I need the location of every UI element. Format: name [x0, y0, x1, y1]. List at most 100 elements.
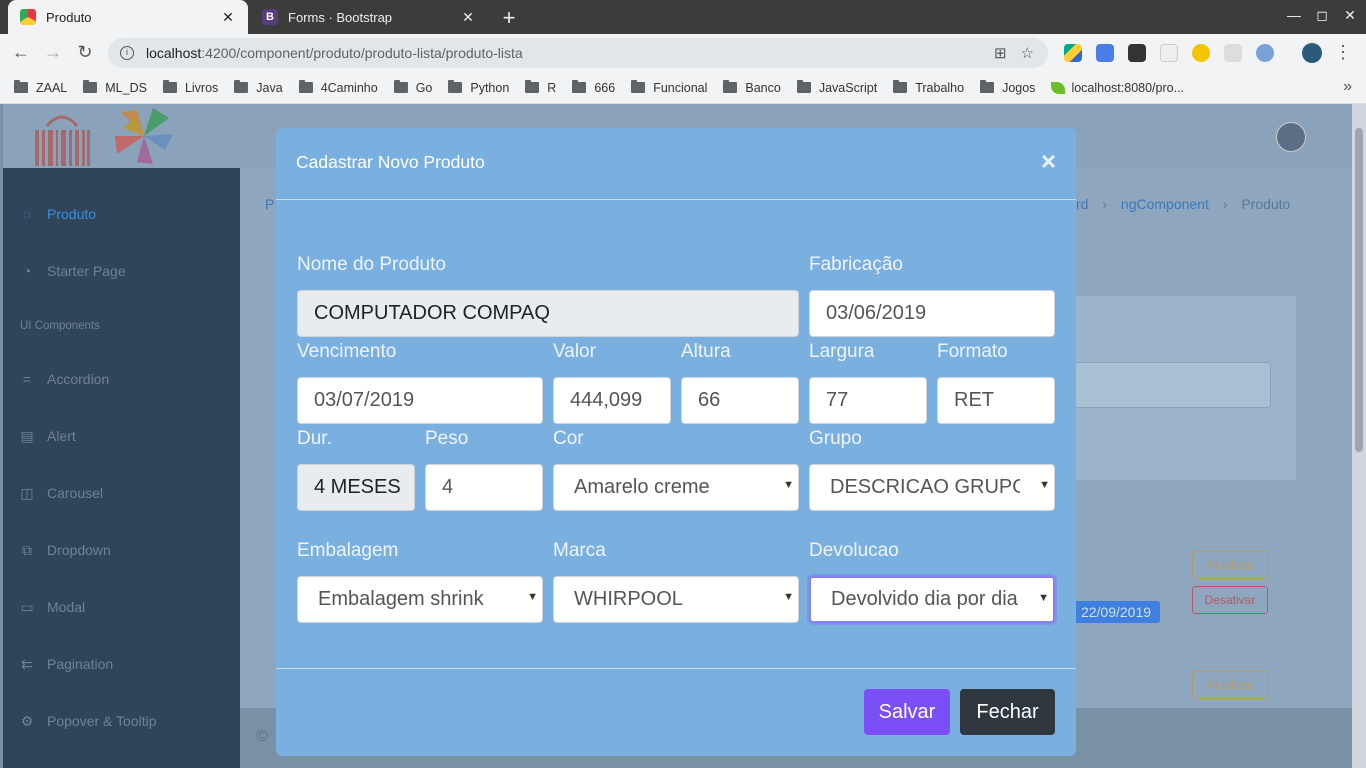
- cor-select-value: Amarelo creme: [574, 476, 710, 498]
- folder-icon: [980, 80, 995, 93]
- maximize-icon[interactable]: ◻: [1312, 7, 1332, 24]
- dur-input[interactable]: 4 MESES: [297, 464, 415, 511]
- deactivate-button[interactable]: Desativar: [1192, 586, 1268, 614]
- back-icon[interactable]: ←: [10, 42, 32, 63]
- sidebar-item-pagination[interactable]: ⇇ Pagination: [17, 656, 113, 672]
- sidebar-item-popover-tooltip[interactable]: ⚙ Popover & Tooltip: [17, 713, 157, 729]
- bookmark-folder[interactable]: Python: [448, 80, 509, 95]
- moon-icon[interactable]: [1192, 44, 1210, 62]
- window-close-icon[interactable]: ✕: [1340, 7, 1360, 24]
- dropdown-icon: ⧉: [22, 542, 32, 558]
- bookmark-folder[interactable]: 4Caminho: [298, 80, 378, 95]
- leaf-icon: [1051, 81, 1066, 94]
- pagination-icon: ⇇: [21, 656, 33, 672]
- circle-dots-icon: ◌: [22, 206, 32, 222]
- embalagem-select[interactable]: Embalagem shrink ▼: [297, 576, 543, 623]
- url-path: :4200/component/produto/produto-lista/pr…: [201, 45, 523, 61]
- altura-input[interactable]: 66: [681, 377, 799, 424]
- flower-logo-icon: [115, 108, 173, 164]
- bookmark-folder[interactable]: Go: [393, 80, 432, 95]
- sidebar-item-accordion[interactable]: = Accordion: [17, 371, 109, 387]
- folder-icon: [631, 80, 646, 93]
- update-button[interactable]: Atualizar: [1192, 551, 1268, 579]
- fabricacao-input[interactable]: 03/06/2019: [809, 290, 1055, 337]
- nome-produto-input[interactable]: COMPUTADOR COMPAQ: [297, 290, 799, 337]
- sidebar-item-starter-page[interactable]: ◔ Starter Page: [17, 263, 126, 279]
- chrome-favicon-icon: [20, 9, 36, 25]
- modal-close-icon[interactable]: ×: [1041, 148, 1056, 174]
- gear-icon: ⚙: [20, 713, 34, 729]
- bookmark-folder[interactable]: Jogos: [980, 80, 1035, 95]
- bookmark-link[interactable]: localhost:8080/pro...: [1051, 81, 1184, 95]
- close-tab-icon[interactable]: ✕: [220, 9, 236, 26]
- devolucao-select[interactable]: Devolvido dia por dia ▼: [809, 576, 1055, 623]
- tab-title: Produto: [46, 9, 92, 25]
- nome-label: Nome do Produto: [297, 254, 446, 275]
- valor-input[interactable]: 444,099: [553, 377, 671, 424]
- sidebar-item-modal[interactable]: ▭ Modal: [17, 599, 85, 615]
- sidebar: ◌ Produto ◔ Starter Page UI Components =…: [3, 168, 240, 768]
- sidebar-item-dropdown[interactable]: ⧉ Dropdown: [17, 542, 111, 558]
- sidebar-item-carousel[interactable]: ◫ Carousel: [17, 485, 103, 501]
- translate-ext-icon[interactable]: [1096, 44, 1114, 62]
- user-avatar[interactable]: [1276, 122, 1306, 152]
- tab-forms-bootstrap[interactable]: B Forms · Bootstrap ✕: [250, 0, 488, 34]
- ext-circle-icon[interactable]: [1256, 44, 1274, 62]
- bookmark-folder[interactable]: ZAAL: [14, 80, 67, 95]
- star-icon[interactable]: ☆: [1021, 44, 1034, 62]
- bookmark-folder[interactable]: JavaScript: [796, 80, 877, 95]
- vencimento-input[interactable]: 03/07/2019: [297, 377, 543, 424]
- formato-input[interactable]: RET: [937, 377, 1055, 424]
- breadcrumb-first[interactable]: P: [265, 196, 274, 212]
- bookmark-folder[interactable]: Java: [234, 80, 283, 95]
- sidebar-item-label: Starter Page: [47, 263, 126, 279]
- breadcrumb-item-ngcomponent[interactable]: ngComponent: [1121, 196, 1209, 212]
- formato-label: Formato: [937, 341, 1008, 362]
- search-input[interactable]: [1060, 362, 1271, 408]
- close-tab-icon[interactable]: ✕: [460, 9, 476, 26]
- drive-icon[interactable]: [1064, 44, 1082, 62]
- bookmark-folder[interactable]: Livros: [162, 80, 218, 95]
- address-bar[interactable]: i localhost:4200/component/produto/produ…: [108, 38, 1048, 68]
- breadcrumb-partial[interactable]: rd: [1076, 196, 1088, 212]
- chat-icon[interactable]: [1128, 44, 1146, 62]
- message-icon: ▤: [20, 428, 34, 444]
- forward-icon[interactable]: →: [42, 42, 64, 63]
- marca-select[interactable]: WHIRPOOL ▼: [553, 576, 799, 623]
- sidebar-item-label: Dropdown: [47, 542, 111, 558]
- reload-icon[interactable]: ↻: [74, 42, 96, 63]
- scrollbar-thumb[interactable]: [1355, 128, 1363, 452]
- grupo-select[interactable]: DESCRICAO GRUPO ▼: [809, 464, 1055, 511]
- camera-icon[interactable]: [1224, 44, 1242, 62]
- dur-label: Dur.: [297, 428, 332, 449]
- page-scrollbar[interactable]: [1352, 104, 1366, 768]
- tab-produto[interactable]: Produto ✕: [8, 0, 248, 34]
- bookmarks-more-icon[interactable]: »: [1343, 78, 1352, 96]
- sidebar-item-produto[interactable]: ◌ Produto: [17, 206, 96, 222]
- extension-icon[interactable]: [1160, 44, 1178, 62]
- sidebar-item-alert[interactable]: ▤ Alert: [17, 428, 75, 444]
- minimize-icon[interactable]: —: [1284, 7, 1304, 23]
- bookmark-folder[interactable]: Banco: [723, 80, 781, 95]
- menu-dots-icon[interactable]: ⋮: [1332, 42, 1354, 63]
- shopping-bag-logo-icon: [35, 115, 90, 166]
- info-icon[interactable]: i: [120, 46, 134, 60]
- folder-icon: [162, 80, 177, 93]
- cor-select[interactable]: Amarelo creme ▼: [553, 464, 799, 511]
- update-button[interactable]: Atualizar: [1192, 671, 1268, 699]
- save-button[interactable]: Salvar: [864, 689, 950, 735]
- peso-input[interactable]: 4: [425, 464, 543, 511]
- sidebar-item-label: Pagination: [47, 656, 114, 672]
- bookmark-folder[interactable]: Funcional: [631, 80, 707, 95]
- folder-icon: [723, 80, 738, 93]
- translate-icon[interactable]: ⊞: [994, 44, 1007, 62]
- largura-input[interactable]: 77: [809, 377, 927, 424]
- bookmark-folder[interactable]: Trabalho: [893, 80, 964, 95]
- bookmark-folder[interactable]: 666: [572, 80, 615, 95]
- new-tab-icon[interactable]: +: [498, 5, 520, 31]
- profile-avatar[interactable]: [1302, 43, 1322, 63]
- bookmark-folder[interactable]: R: [525, 80, 556, 95]
- chevron-down-icon: ▼: [1037, 479, 1050, 491]
- close-button[interactable]: Fechar: [960, 689, 1055, 735]
- bookmark-folder[interactable]: ML_DS: [83, 80, 147, 95]
